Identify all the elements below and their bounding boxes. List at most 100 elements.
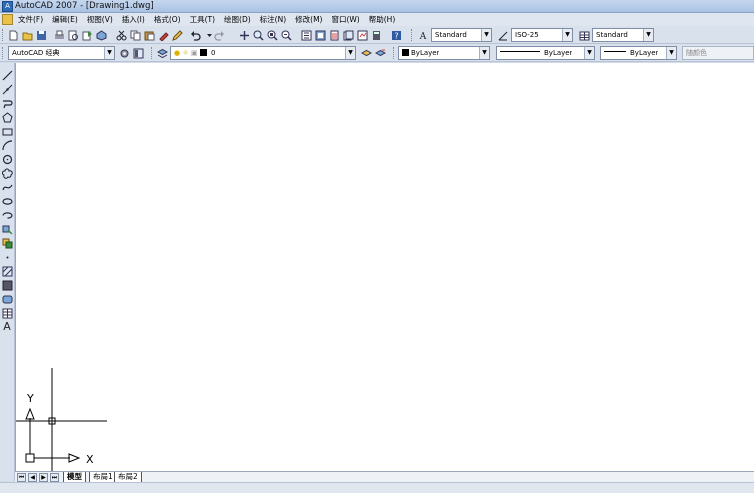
table-icon[interactable] <box>1 307 13 319</box>
chevron-down-icon[interactable]: ▼ <box>345 47 355 59</box>
menu-tools[interactable]: 工具(T) <box>187 14 218 25</box>
make-block-icon[interactable] <box>1 237 13 249</box>
undo-icon[interactable] <box>189 29 201 41</box>
new-file-icon[interactable] <box>7 29 19 41</box>
chevron-down-icon[interactable]: ▼ <box>479 47 489 59</box>
3d-dwf-icon[interactable] <box>95 29 107 41</box>
paste-icon[interactable] <box>143 29 155 41</box>
tab-model[interactable]: 模型 <box>63 472 86 482</box>
layer-color-swatch[interactable] <box>199 49 207 56</box>
workspace-select[interactable]: AutoCAD 经典 ▼ <box>8 46 115 60</box>
layer-lock-icon[interactable]: ▣ <box>191 49 198 57</box>
text-style-icon[interactable]: A <box>417 29 429 41</box>
menu-dimension[interactable]: 标注(N) <box>257 14 289 25</box>
layer-thaw-icon[interactable]: ☼ <box>182 49 188 57</box>
point-icon[interactable] <box>1 251 13 263</box>
sheet-set-manager-icon[interactable] <box>342 29 354 41</box>
dim-style-select[interactable]: ISO-25 ▼ <box>511 28 573 42</box>
insert-block-icon[interactable] <box>1 223 13 235</box>
plot-preview-icon[interactable] <box>67 29 79 41</box>
design-center-icon[interactable] <box>314 29 326 41</box>
hatch-icon[interactable] <box>1 265 13 277</box>
construction-line-icon[interactable] <box>1 83 13 95</box>
toolbar-grip[interactable] <box>2 29 4 41</box>
block-editor-icon[interactable] <box>171 29 183 41</box>
table-style-select[interactable]: Standard ▼ <box>592 28 654 42</box>
text-style-select[interactable]: Standard ▼ <box>431 28 492 42</box>
layer-select[interactable]: ● ☼ ▣ 0 ▼ <box>170 46 356 60</box>
ellipse-icon[interactable] <box>1 195 13 207</box>
menu-modify[interactable]: 修改(M) <box>292 14 325 25</box>
chevron-down-icon[interactable]: ▼ <box>104 47 114 59</box>
chevron-down-icon[interactable]: ▼ <box>481 29 491 41</box>
copy-icon[interactable] <box>129 29 141 41</box>
layer-manager-icon[interactable] <box>156 47 168 59</box>
gradient-icon[interactable] <box>1 279 13 291</box>
chevron-down-icon[interactable]: ▼ <box>584 47 594 59</box>
pan-realtime-icon[interactable] <box>238 29 250 41</box>
circle-icon[interactable] <box>1 153 13 165</box>
region-icon[interactable] <box>1 293 13 305</box>
match-properties-icon[interactable] <box>157 29 169 41</box>
help-icon[interactable]: ? <box>390 29 402 41</box>
chevron-down-icon[interactable]: ▼ <box>562 29 572 41</box>
markup-set-manager-icon[interactable] <box>356 29 368 41</box>
lineweight-select[interactable]: ByLayer ▼ <box>600 46 677 60</box>
zoom-window-icon[interactable] <box>266 29 278 41</box>
tool-palettes-icon[interactable] <box>328 29 340 41</box>
menu-draw[interactable]: 绘图(D) <box>221 14 254 25</box>
drawing-canvas[interactable]: Y X <box>15 63 754 471</box>
document-icon[interactable] <box>2 14 13 25</box>
menu-edit[interactable]: 编辑(E) <box>49 14 81 25</box>
spline-icon[interactable] <box>1 181 13 193</box>
toolbar-grip[interactable] <box>411 29 413 41</box>
last-tab-button[interactable]: ⏭ <box>50 473 59 482</box>
layer-previous-icon[interactable] <box>374 47 386 59</box>
plot-style-select[interactable]: 随颜色 <box>682 46 754 60</box>
menu-window[interactable]: 窗口(W) <box>328 14 362 25</box>
toolbar-grip[interactable] <box>393 47 395 59</box>
menu-view[interactable]: 视图(V) <box>84 14 116 25</box>
rectangle-icon[interactable] <box>1 125 13 137</box>
dim-style-icon[interactable] <box>497 29 509 41</box>
next-tab-button[interactable]: ▶ <box>39 473 48 482</box>
multiline-text-icon[interactable]: A <box>1 321 13 333</box>
chevron-down-icon[interactable]: ▼ <box>643 29 653 41</box>
zoom-previous-icon[interactable] <box>280 29 292 41</box>
toolbar-grip[interactable] <box>2 47 4 59</box>
layer-on-icon[interactable]: ● <box>174 49 180 57</box>
tab-layout2[interactable]: 布局2 <box>114 472 142 482</box>
redo-icon[interactable] <box>213 29 225 41</box>
open-file-icon[interactable] <box>21 29 33 41</box>
properties-icon[interactable] <box>300 29 312 41</box>
make-object-layer-current-icon[interactable] <box>360 47 372 59</box>
ellipse-arc-icon[interactable] <box>1 209 13 221</box>
autocad-app-icon[interactable]: A <box>2 1 13 12</box>
plot-icon[interactable] <box>53 29 65 41</box>
tab-layout1[interactable]: 布局1 <box>89 472 117 482</box>
publish-icon[interactable] <box>81 29 93 41</box>
workspace-icon[interactable] <box>132 47 144 59</box>
menu-help[interactable]: 帮助(H) <box>366 14 399 25</box>
color-select[interactable]: ByLayer ▼ <box>398 46 490 60</box>
arc-icon[interactable] <box>1 139 13 151</box>
revision-cloud-icon[interactable] <box>1 167 13 179</box>
table-style-icon[interactable] <box>578 29 590 41</box>
menu-file[interactable]: 文件(F) <box>15 14 46 25</box>
polygon-icon[interactable] <box>1 111 13 123</box>
menu-insert[interactable]: 插入(I) <box>119 14 148 25</box>
chevron-down-icon[interactable]: ▼ <box>666 47 676 59</box>
first-tab-button[interactable]: ⏮ <box>17 473 26 482</box>
quickcalc-icon[interactable] <box>370 29 382 41</box>
prev-tab-button[interactable]: ◀ <box>28 473 37 482</box>
color-value: ByLayer <box>411 49 440 57</box>
toolbar-grip[interactable] <box>151 47 153 59</box>
polyline-icon[interactable] <box>1 97 13 109</box>
linetype-select[interactable]: ByLayer ▼ <box>496 46 595 60</box>
menu-format[interactable]: 格式(O) <box>151 14 184 25</box>
zoom-realtime-icon[interactable] <box>252 29 264 41</box>
save-icon[interactable] <box>35 29 47 41</box>
cut-icon[interactable] <box>115 29 127 41</box>
line-icon[interactable] <box>1 69 13 81</box>
workspace-settings-icon[interactable] <box>118 47 130 59</box>
